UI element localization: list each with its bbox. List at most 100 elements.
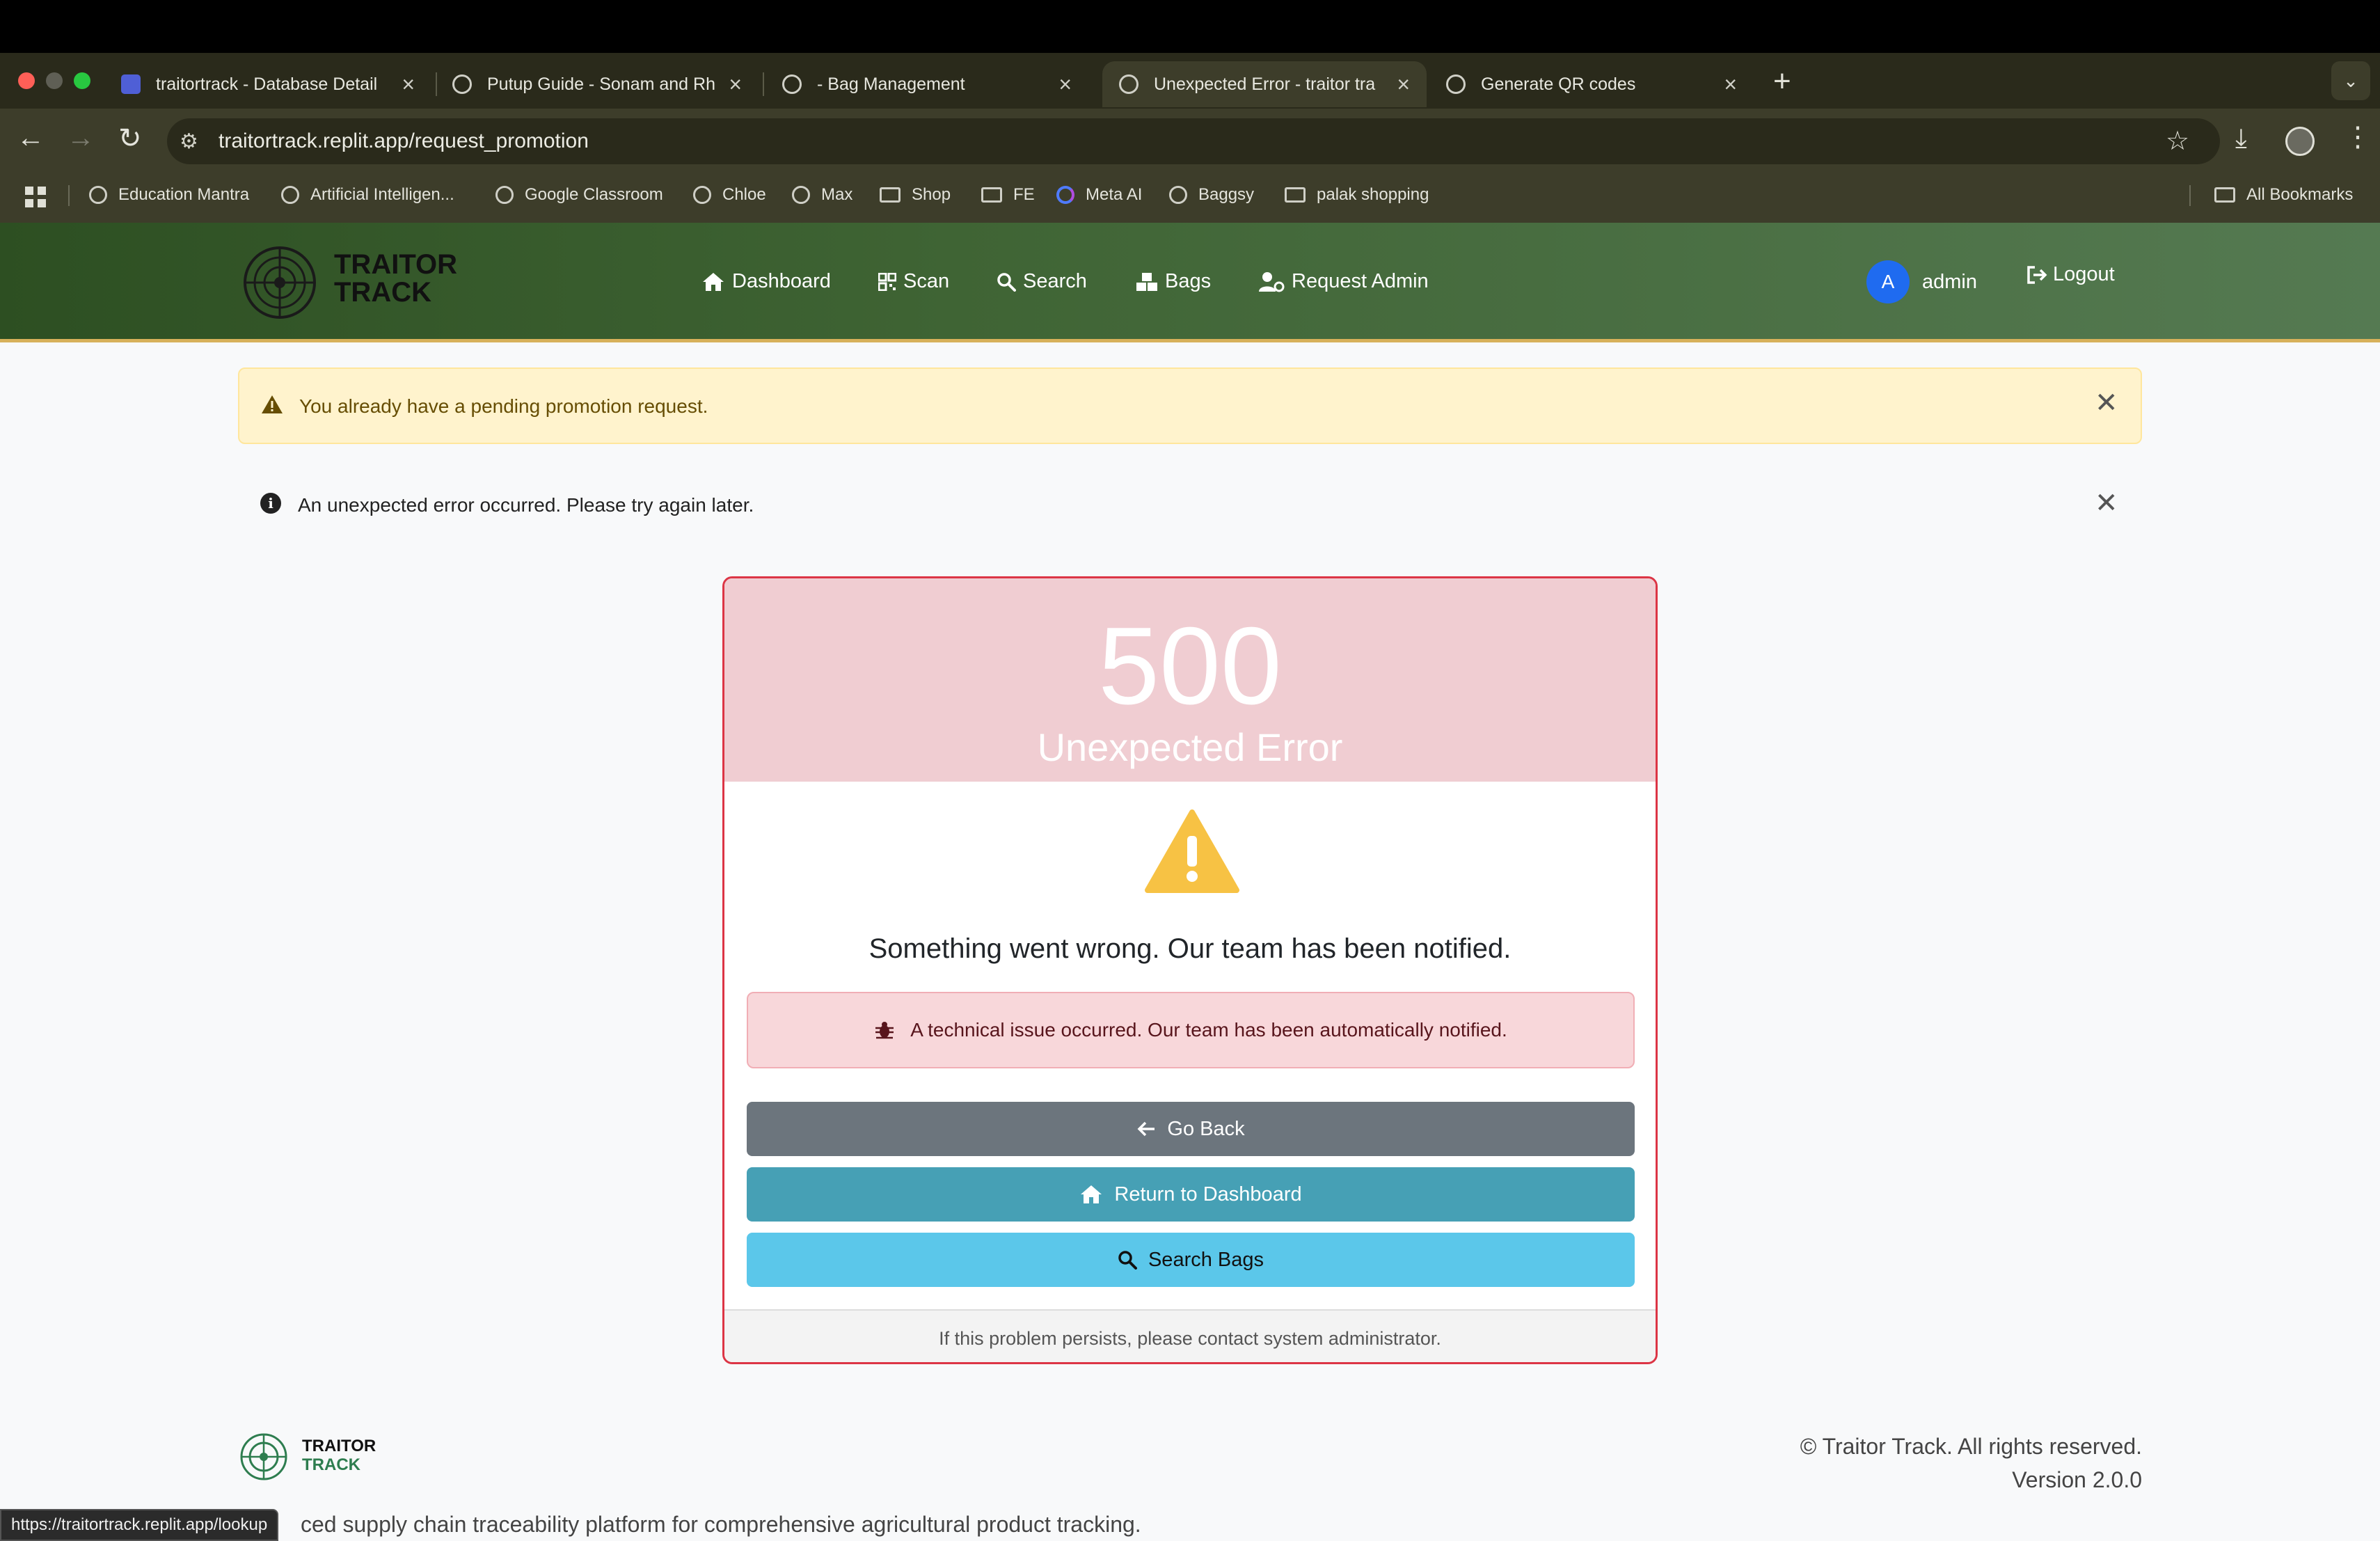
- browser-tab-active[interactable]: Unexpected Error - traitor tra ×: [1102, 61, 1427, 107]
- nav-bags[interactable]: Bags: [1136, 270, 1211, 293]
- browser-status-url: https://traitortrack.replit.app/lookup: [0, 1509, 279, 1541]
- maximize-window-button[interactable]: [74, 72, 90, 89]
- brand-name[interactable]: TRAITOR TRACK: [334, 251, 457, 306]
- close-alert-icon[interactable]: ✕: [2095, 387, 2118, 419]
- close-tab-icon[interactable]: ×: [729, 72, 742, 97]
- new-tab-plus-icon[interactable]: +: [1773, 64, 1791, 99]
- close-alert-icon[interactable]: ✕: [2095, 487, 2118, 519]
- url-text[interactable]: traitortrack.replit.app/request_promotio…: [219, 129, 589, 153]
- browser-tab-5[interactable]: Generate QR codes ×: [1429, 61, 1754, 107]
- globe-favicon-icon: [782, 74, 802, 94]
- search-bags-button[interactable]: Search Bags: [747, 1233, 1635, 1287]
- site-settings-icon[interactable]: ⚙: [180, 129, 198, 154]
- profile-avatar[interactable]: [2285, 127, 2315, 156]
- pending-request-alert: You already have a pending promotion req…: [238, 368, 2142, 444]
- close-tab-icon[interactable]: ×: [1058, 72, 1072, 97]
- browser-menu-icon[interactable]: ⋮: [2344, 121, 2372, 153]
- meta-ai-icon: [1056, 186, 1074, 204]
- tab-title: Generate QR codes: [1481, 74, 1636, 94]
- arrow-left-icon: [1137, 1121, 1155, 1137]
- bookmarks-divider: [68, 185, 70, 206]
- folder-icon: [2214, 187, 2235, 203]
- nav-scan[interactable]: Scan: [878, 270, 949, 293]
- user-avatar[interactable]: A: [1866, 260, 1910, 303]
- search-icon: [997, 272, 1016, 292]
- close-window-button[interactable]: [18, 72, 35, 89]
- error-card-header: 500 Unexpected Error: [724, 578, 1656, 782]
- nav-dashboard[interactable]: Dashboard: [701, 270, 831, 293]
- alert-text: An unexpected error occurred. Please try…: [298, 494, 754, 516]
- return-to-dashboard-button[interactable]: Return to Dashboard: [747, 1167, 1635, 1222]
- database-favicon-icon: [121, 74, 141, 94]
- globe-icon: [792, 186, 810, 204]
- copyright-text: © Traitor Track. All rights reserved.: [1800, 1434, 2142, 1459]
- globe-favicon-icon: [1119, 74, 1139, 94]
- tab-title: Putup Guide - Sonam and Rh: [487, 74, 715, 94]
- close-tab-icon[interactable]: ×: [402, 72, 415, 97]
- version-text: Version 2.0.0: [2012, 1467, 2142, 1492]
- home-icon: [1081, 1185, 1102, 1203]
- user-gear-icon: [1259, 271, 1285, 292]
- info-circle-icon: i: [260, 493, 281, 514]
- close-tab-icon[interactable]: ×: [1724, 72, 1737, 97]
- bug-icon: [875, 1022, 894, 1039]
- bookmark-item[interactable]: Baggsy: [1169, 185, 1254, 205]
- folder-icon: [1285, 187, 1306, 203]
- globe-icon: [495, 186, 514, 204]
- error-title: Unexpected Error: [1037, 725, 1343, 769]
- browser-tab-1[interactable]: traitortrack - Database Detail ×: [104, 61, 431, 107]
- error-card-footer: If this problem persists, please contact…: [724, 1309, 1656, 1362]
- apps-grid-icon[interactable]: [25, 187, 46, 207]
- nav-request-admin[interactable]: Request Admin: [1258, 270, 1429, 293]
- openai-icon: [1169, 186, 1187, 204]
- download-icon[interactable]: ⤓: [2235, 124, 2247, 154]
- tab-search-chevron-icon[interactable]: ⌄: [2331, 61, 2370, 100]
- qr-icon: [878, 272, 896, 291]
- bookmark-item[interactable]: Max: [792, 185, 852, 205]
- back-arrow-icon[interactable]: ←: [17, 123, 45, 154]
- large-warning-icon: [1145, 809, 1239, 893]
- tab-title: Unexpected Error - traitor tra: [1154, 74, 1376, 94]
- openai-favicon-icon: [1446, 74, 1466, 94]
- bookmark-item[interactable]: Artificial Intelligen...: [281, 185, 454, 205]
- folder-icon: [880, 187, 901, 203]
- globe-icon: [693, 186, 711, 204]
- close-tab-icon[interactable]: ×: [1397, 72, 1410, 97]
- home-icon: [703, 272, 724, 291]
- bookmark-item[interactable]: Chloe: [693, 185, 766, 205]
- bookmarks-divider: [2189, 185, 2191, 206]
- footer-logo-icon: [240, 1433, 287, 1480]
- bookmark-folder[interactable]: palak shopping: [1285, 185, 1429, 205]
- footer-brand: TRAITOR TRACK: [302, 1437, 376, 1474]
- browser-tab-2[interactable]: Putup Guide - Sonam and Rh ×: [436, 61, 759, 107]
- user-name[interactable]: admin: [1922, 271, 1977, 294]
- reload-icon[interactable]: ↻: [118, 123, 142, 155]
- logout-link[interactable]: Logout: [2026, 263, 2115, 286]
- tab-divider: [763, 72, 764, 96]
- boxes-icon: [1136, 272, 1157, 291]
- search-icon: [1118, 1251, 1137, 1270]
- footer-tagline: ced supply chain traceability platform f…: [301, 1512, 1141, 1537]
- bookmark-item[interactable]: Education Mantra: [89, 185, 249, 205]
- logout-icon: [2027, 265, 2047, 284]
- nav-search[interactable]: Search: [997, 270, 1087, 293]
- bookmark-item[interactable]: Meta AI: [1056, 185, 1142, 205]
- technical-issue-alert: A technical issue occurred. Our team has…: [747, 992, 1635, 1068]
- forward-arrow-icon[interactable]: →: [67, 123, 95, 154]
- bookmark-item[interactable]: Google Classroom: [495, 185, 663, 205]
- browser-tab-3[interactable]: - Bag Management ×: [765, 61, 1088, 107]
- minimize-window-button[interactable]: [46, 72, 63, 89]
- go-back-button[interactable]: Go Back: [747, 1102, 1635, 1156]
- bookmark-star-icon[interactable]: ☆: [2166, 125, 2189, 157]
- all-bookmarks-folder[interactable]: All Bookmarks: [2214, 185, 2353, 205]
- globe-icon: [281, 186, 299, 204]
- alert-text: You already have a pending promotion req…: [299, 395, 708, 417]
- tab-title: traitortrack - Database Detail: [156, 74, 378, 94]
- traitor-track-logo-icon[interactable]: [242, 245, 317, 320]
- warning-triangle-icon: [262, 395, 283, 413]
- technical-issue-text: A technical issue occurred. Our team has…: [910, 1019, 1507, 1041]
- error-code: 500: [1098, 605, 1282, 727]
- globe-icon: [89, 186, 107, 204]
- bookmark-folder[interactable]: FE: [981, 185, 1035, 205]
- bookmark-folder[interactable]: Shop: [880, 185, 951, 205]
